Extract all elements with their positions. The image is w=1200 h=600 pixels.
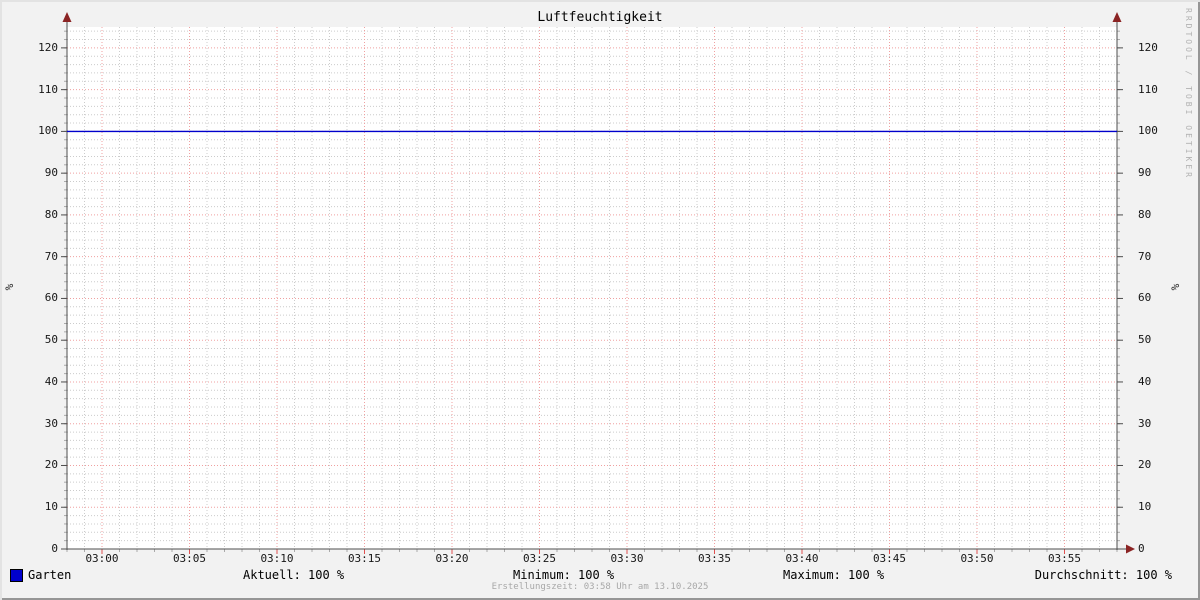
y-tick-label-left: 30 bbox=[44, 416, 58, 430]
y-axis-unit-label-left: % bbox=[3, 283, 16, 291]
y-tick-label-left: 20 bbox=[44, 458, 58, 472]
legend-series-name: Garten bbox=[28, 568, 72, 582]
y-tick-label-right: 20 bbox=[1138, 458, 1152, 472]
y-tick-label-left: 70 bbox=[44, 249, 58, 263]
y-tick-label-right: 0 bbox=[1138, 542, 1145, 555]
y-tick-label-left: 120 bbox=[38, 40, 58, 54]
y-tick-label-left: 80 bbox=[44, 207, 58, 221]
y-tick-label-right: 40 bbox=[1138, 374, 1152, 388]
y-tick-label-right: 60 bbox=[1138, 291, 1152, 305]
x-tick-label: 03:50 bbox=[960, 552, 994, 565]
rrdtool-watermark: RRDTOOL / TOBI OETIKER bbox=[1184, 8, 1193, 180]
y-tick-label-right: 110 bbox=[1138, 82, 1158, 96]
x-tick-label: 03:05 bbox=[172, 552, 207, 565]
y-tick-label-right: 100 bbox=[1138, 124, 1158, 138]
x-tick-label: 03:10 bbox=[260, 552, 294, 565]
y-tick-label-right: 80 bbox=[1138, 207, 1152, 221]
x-tick-label: 03:30 bbox=[610, 552, 644, 565]
x-tick-label: 03:20 bbox=[435, 552, 469, 565]
y-axis-unit-label-right: % bbox=[1169, 283, 1182, 291]
stat-aktuell: Aktuell: 100 % bbox=[243, 568, 345, 582]
y-tick-label-left: 40 bbox=[44, 374, 58, 388]
y-tick-label-left: 10 bbox=[44, 500, 58, 514]
chart-svg bbox=[61, 12, 1135, 554]
y-tick-label-right: 50 bbox=[1138, 333, 1152, 347]
x-tick-label: 03:35 bbox=[697, 552, 732, 565]
legend-color-swatch bbox=[10, 569, 23, 582]
y-tick-label-right: 90 bbox=[1138, 166, 1152, 180]
y-tick-label-left: 110 bbox=[38, 82, 58, 96]
y-tick-label-right: 10 bbox=[1138, 500, 1152, 514]
page-title: Luftfeuchtigkeit bbox=[537, 10, 663, 25]
x-tick-label: 03:40 bbox=[785, 552, 819, 565]
y-tick-label-left: 50 bbox=[44, 333, 58, 347]
y-tick-label-left: 0 bbox=[51, 542, 58, 555]
stat-durchschnitt: Durchschnitt: 100 % bbox=[1034, 568, 1172, 582]
x-tick-label: 03:55 bbox=[1047, 552, 1082, 565]
y-tick-label-right: 70 bbox=[1138, 249, 1152, 263]
y-tick-label-right: 30 bbox=[1138, 416, 1152, 430]
stat-maximum: Maximum: 100 % bbox=[783, 568, 885, 582]
stat-minimum: Minimum: 100 % bbox=[513, 568, 615, 582]
y-tick-label-left: 60 bbox=[44, 291, 58, 305]
x-tick-label: 03:15 bbox=[347, 552, 382, 565]
x-tick-label: 03:00 bbox=[85, 552, 119, 565]
x-tick-label: 03:25 bbox=[522, 552, 557, 565]
y-tick-label-left: 90 bbox=[44, 166, 58, 180]
rrd-graph-window: Luftfeuchtigkeit % % 0 10 20 30 40 50 60 70 80 90… bbox=[0, 0, 1200, 600]
x-tick-label: 03:45 bbox=[872, 552, 907, 565]
y-tick-label-left: 100 bbox=[38, 124, 58, 138]
y-tick-label-right: 120 bbox=[1138, 40, 1158, 54]
creation-timestamp: Erstellungszeit: 03:58 Uhr am 13.10.2025 bbox=[491, 582, 709, 592]
